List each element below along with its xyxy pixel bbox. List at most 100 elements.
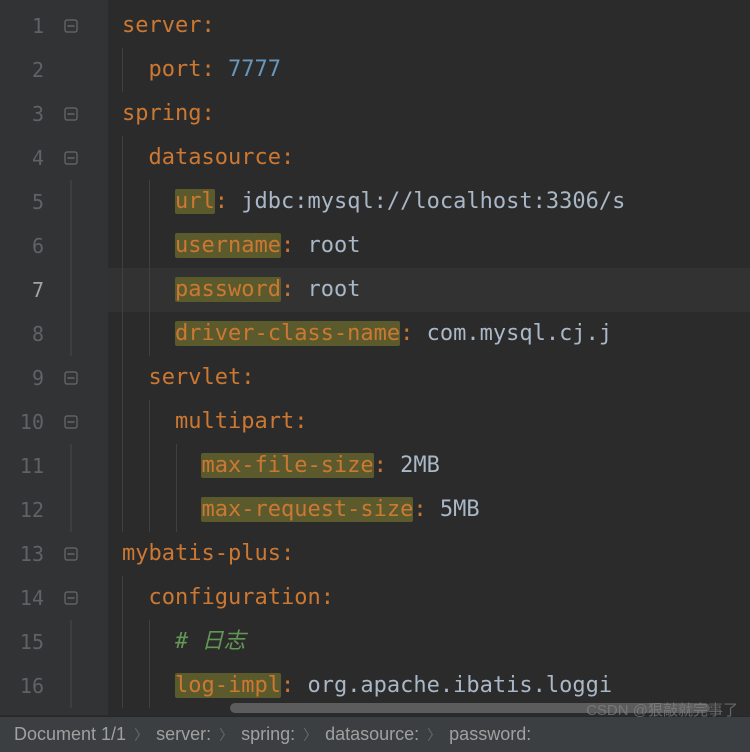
code-line[interactable]: # 日志 — [108, 620, 750, 664]
fold-toggle-icon[interactable] — [62, 400, 108, 444]
token: 5MB — [440, 497, 480, 522]
fold-guide — [62, 488, 108, 532]
token: : — [281, 145, 294, 170]
fold-guide — [62, 664, 108, 708]
code-line[interactable]: mybatis-plus: — [108, 532, 750, 576]
line-number: 16 — [0, 664, 62, 708]
token: : — [281, 277, 308, 302]
code-line[interactable]: multipart: — [108, 400, 750, 444]
token: max-file-size — [201, 453, 373, 478]
token: spring — [122, 101, 201, 126]
code-line[interactable]: url: jdbc:mysql://localhost:3306/s — [108, 180, 750, 224]
token: : — [281, 673, 308, 698]
token — [122, 497, 201, 522]
fold-guide — [62, 180, 108, 224]
breadcrumb-doc[interactable]: Document 1/1 — [10, 724, 130, 745]
token: : — [241, 365, 254, 390]
token: : — [413, 497, 440, 522]
token: root — [307, 233, 360, 258]
line-number: 3 — [0, 92, 62, 136]
token: jdbc:mysql://localhost:3306/s — [241, 189, 625, 214]
token: username — [175, 233, 281, 258]
token: 2MB — [400, 453, 440, 478]
token — [122, 145, 149, 170]
chevron-right-icon: 〉 — [134, 725, 148, 745]
fold-guide — [62, 224, 108, 268]
line-number: 9 — [0, 356, 62, 400]
code-area[interactable]: server: port: 7777spring: datasource: ur… — [108, 0, 750, 715]
breadcrumb-item[interactable]: password: — [445, 724, 535, 745]
line-number: 7 — [0, 268, 62, 312]
token: : — [201, 57, 228, 82]
line-number: 15 — [0, 620, 62, 664]
token: : — [400, 321, 427, 346]
token: : — [294, 409, 307, 434]
breadcrumb[interactable]: Document 1/1〉server:〉spring:〉datasource:… — [0, 716, 750, 752]
fold-toggle-icon[interactable] — [62, 92, 108, 136]
breadcrumb-item[interactable]: server: — [152, 724, 215, 745]
token: datasource — [149, 145, 281, 170]
code-line[interactable]: servlet: — [108, 356, 750, 400]
token: server — [122, 13, 201, 38]
token: org.apache.ibatis.loggi — [307, 673, 612, 698]
token: password — [175, 277, 281, 302]
horizontal-scrollbar[interactable] — [202, 701, 742, 715]
token — [122, 453, 201, 478]
token: servlet — [149, 365, 242, 390]
breadcrumb-item[interactable]: spring: — [237, 724, 299, 745]
line-number: 14 — [0, 576, 62, 620]
token — [122, 585, 149, 610]
token: : — [374, 453, 401, 478]
line-number: 10 — [0, 400, 62, 444]
code-line[interactable]: driver-class-name: com.mysql.cj.j — [108, 312, 750, 356]
token: log-impl — [175, 673, 281, 698]
fold-guide — [62, 444, 108, 488]
chevron-right-icon: 〉 — [303, 725, 317, 745]
chevron-right-icon: 〉 — [427, 725, 441, 745]
code-line[interactable]: max-request-size: 5MB — [108, 488, 750, 532]
code-editor[interactable]: 12345678910111213141516 server: port: 77… — [0, 0, 750, 715]
code-line[interactable]: configuration: — [108, 576, 750, 620]
code-line[interactable]: password: root — [108, 268, 750, 312]
token: : — [201, 101, 214, 126]
token: driver-class-name — [175, 321, 400, 346]
token: : — [281, 541, 294, 566]
breadcrumb-item[interactable]: datasource: — [321, 724, 423, 745]
code-line[interactable]: username: root — [108, 224, 750, 268]
token — [122, 365, 149, 390]
line-number: 1 — [0, 4, 62, 48]
scrollbar-thumb[interactable] — [230, 703, 710, 713]
token — [122, 57, 149, 82]
token: 7777 — [228, 57, 281, 82]
fold-toggle-icon[interactable] — [62, 136, 108, 180]
line-number: 2 — [0, 48, 62, 92]
token: port — [149, 57, 202, 82]
fold-toggle-icon[interactable] — [62, 356, 108, 400]
code-line[interactable]: datasource: — [108, 136, 750, 180]
fold-guide — [62, 312, 108, 356]
token: url — [175, 189, 215, 214]
fold-gutter[interactable] — [62, 0, 108, 715]
fold-guide — [62, 48, 108, 92]
fold-guide — [62, 620, 108, 664]
token: mybatis-plus — [122, 541, 281, 566]
token: max-request-size — [201, 497, 413, 522]
line-number: 11 — [0, 444, 62, 488]
token: multipart — [175, 409, 294, 434]
token: : — [281, 233, 308, 258]
fold-guide — [62, 268, 108, 312]
fold-toggle-icon[interactable] — [62, 4, 108, 48]
token: : — [321, 585, 334, 610]
line-number: 4 — [0, 136, 62, 180]
line-number: 12 — [0, 488, 62, 532]
token: configuration — [149, 585, 321, 610]
code-line[interactable]: server: — [108, 4, 750, 48]
fold-toggle-icon[interactable] — [62, 532, 108, 576]
code-line[interactable]: max-file-size: 2MB — [108, 444, 750, 488]
fold-toggle-icon[interactable] — [62, 576, 108, 620]
line-number-gutter: 12345678910111213141516 — [0, 0, 62, 715]
chevron-right-icon: 〉 — [219, 725, 233, 745]
code-line[interactable]: port: 7777 — [108, 48, 750, 92]
token: # 日志 — [175, 629, 246, 654]
code-line[interactable]: spring: — [108, 92, 750, 136]
